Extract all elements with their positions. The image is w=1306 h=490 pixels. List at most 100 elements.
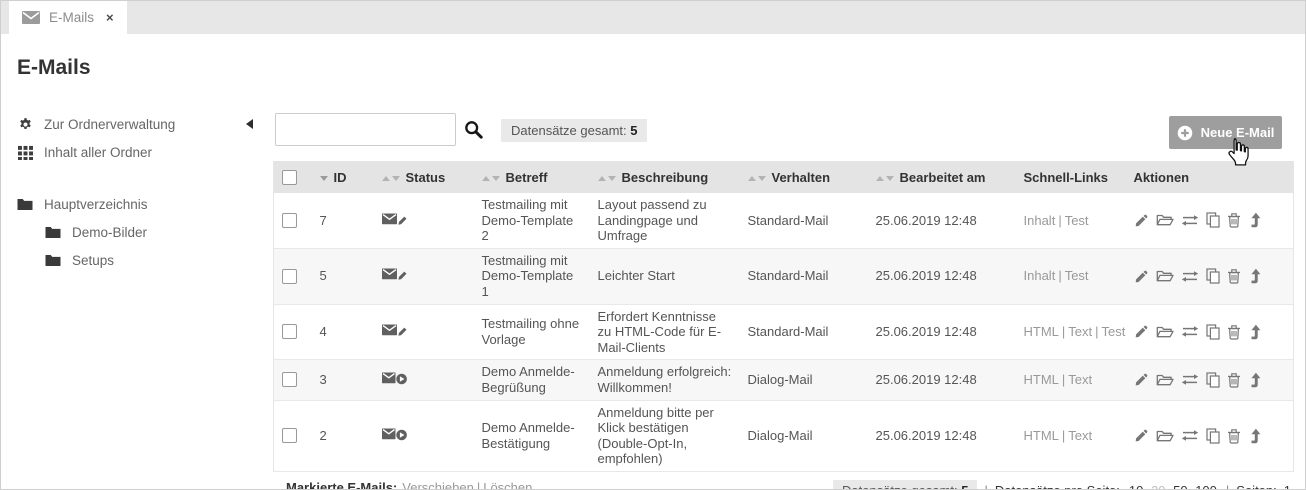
quick-link[interactable]: HTML [1024,372,1059,387]
row-actions [1134,428,1286,444]
table-row: 7 Testmailing mit Demo-Template 2 Layout… [274,193,1294,248]
row-behavior: Dialog-Mail [740,360,868,400]
transfer-arrows-icon[interactable] [1181,270,1199,283]
quick-link[interactable]: Inhalt [1024,268,1056,283]
pagination: Datensätze gesamt: 5 | Datensätze pro Se… [833,480,1291,490]
open-folder-icon[interactable] [1156,429,1174,443]
new-email-button[interactable]: Neue E-Mail [1169,116,1282,149]
duplicate-icon[interactable] [1206,324,1220,340]
row-quick-links: Inhalt|Test [1016,248,1126,304]
open-folder-icon[interactable] [1156,325,1174,339]
column-header-betreff[interactable]: Betreff [474,161,590,193]
folder-label: Setups [72,253,114,268]
collapse-sidebar-button[interactable] [246,119,253,129]
edit-pencil-icon[interactable] [1134,372,1149,387]
open-folder-icon[interactable] [1156,269,1174,283]
tab-close-icon[interactable]: × [106,10,114,25]
quick-link[interactable]: Inhalt [1024,213,1056,228]
row-checkbox[interactable] [282,213,297,228]
export-arrow-icon[interactable] [1248,324,1261,340]
duplicate-icon[interactable] [1206,212,1220,228]
folder-setups[interactable]: Setups [17,246,263,274]
folder-demo-bilder[interactable]: Demo-Bilder [17,218,263,246]
quick-link[interactable]: Test [1102,324,1126,339]
quick-link[interactable]: Test [1065,268,1089,283]
column-header-verhalten[interactable]: Verhalten [740,161,868,193]
export-arrow-icon[interactable] [1248,372,1261,388]
transfer-arrows-icon[interactable] [1181,214,1199,227]
row-id: 3 [312,360,374,400]
tab-emails[interactable]: E-Mails × [9,1,127,34]
quick-link[interactable]: HTML [1024,324,1059,339]
column-header-aktionen: Aktionen [1126,161,1294,193]
export-arrow-icon[interactable] [1248,212,1261,228]
table-header-row: ID Status Betreff Beschreibung Verhalten… [274,161,1294,193]
delete-trash-icon[interactable] [1227,268,1241,284]
quick-link[interactable]: Text [1068,428,1092,443]
gear-icon [17,117,33,132]
row-description: Leichter Start [590,248,740,304]
row-checkbox[interactable] [282,372,297,387]
row-checkbox[interactable] [282,428,297,443]
sort-icons [382,176,400,181]
delete-trash-icon[interactable] [1227,324,1241,340]
open-folder-icon[interactable] [1156,373,1174,387]
sort-icons [598,176,616,181]
delete-trash-icon[interactable] [1227,212,1241,228]
column-header-status[interactable]: Status [374,161,474,193]
edit-pencil-icon[interactable] [1134,428,1149,443]
envelope-play-icon [382,370,408,386]
sidebar-item-inhalt-aller-ordner[interactable]: Inhalt aller Ordner [17,138,263,166]
row-description: Anmeldung erfolgreich: Willkommen! [590,360,740,400]
row-quick-links: HTML|Text|Test [1016,304,1126,360]
transfer-arrows-icon[interactable] [1181,373,1199,386]
records-total-value: 5 [961,483,968,490]
transfer-arrows-icon[interactable] [1181,429,1199,442]
per-page-option-10[interactable]: 10 [1129,483,1143,490]
records-total-badge: Datensätze gesamt: 5 [501,119,647,142]
sort-icons [482,176,500,181]
column-header-bearbeitet-am[interactable]: Bearbeitet am [868,161,1016,193]
row-checkbox[interactable] [282,269,297,284]
duplicate-icon[interactable] [1206,268,1220,284]
quick-link[interactable]: Test [1065,213,1089,228]
pages-label: Seiten: [1236,483,1276,490]
search-input[interactable] [275,113,456,146]
transfer-arrows-icon[interactable] [1181,325,1199,338]
select-all-checkbox[interactable] [282,170,297,185]
quick-link[interactable]: Text [1068,324,1092,339]
table-row: 2 Demo Anmelde-Bestätigung Anmeldung bit… [274,400,1294,471]
emails-table: ID Status Betreff Beschreibung Verhalten… [273,161,1294,472]
column-header-beschreibung[interactable]: Beschreibung [590,161,740,193]
row-checkbox[interactable] [282,324,297,339]
edit-pencil-icon[interactable] [1134,324,1149,339]
duplicate-icon[interactable] [1206,428,1220,444]
delete-trash-icon[interactable] [1227,372,1241,388]
delete-trash-icon[interactable] [1227,428,1241,444]
row-edited-at: 25.06.2019 12:48 [868,400,1016,471]
per-page-option-100[interactable]: 100 [1195,483,1217,490]
quick-link[interactable]: Text [1068,372,1092,387]
row-behavior: Standard-Mail [740,193,868,248]
marked-emails-label: Markierte E-Mails: [286,480,397,490]
table-row: 4 Testmailing ohne Vorlage Erfordert Ken… [274,304,1294,360]
open-folder-icon[interactable] [1156,213,1174,227]
sidebar-item-ordnerverwaltung[interactable]: Zur Ordnerverwaltung [17,110,263,138]
move-marked-link[interactable]: Verschieben [402,480,474,490]
edit-pencil-icon[interactable] [1134,213,1149,228]
quick-link[interactable]: HTML [1024,428,1059,443]
export-arrow-icon[interactable] [1248,428,1261,444]
table-row: 5 Testmailing mit Demo-Template 1 Leicht… [274,248,1294,304]
edit-pencil-icon[interactable] [1134,269,1149,284]
folder-hauptverzeichnis[interactable]: Hauptverzeichnis [17,190,263,218]
duplicate-icon[interactable] [1206,372,1220,388]
row-actions [1134,268,1286,284]
search-icon[interactable] [464,120,483,139]
export-arrow-icon[interactable] [1248,268,1261,284]
per-page-option-50[interactable]: 50 [1173,483,1187,490]
folder-label: Demo-Bilder [72,225,147,240]
column-header-id[interactable]: ID [312,161,374,193]
delete-marked-link[interactable]: Löschen [483,480,532,490]
main-content: Datensätze gesamt: 5 Neue E-Mail ID Stat… [273,113,1293,490]
per-page-option-20[interactable]: 20 [1151,483,1165,490]
